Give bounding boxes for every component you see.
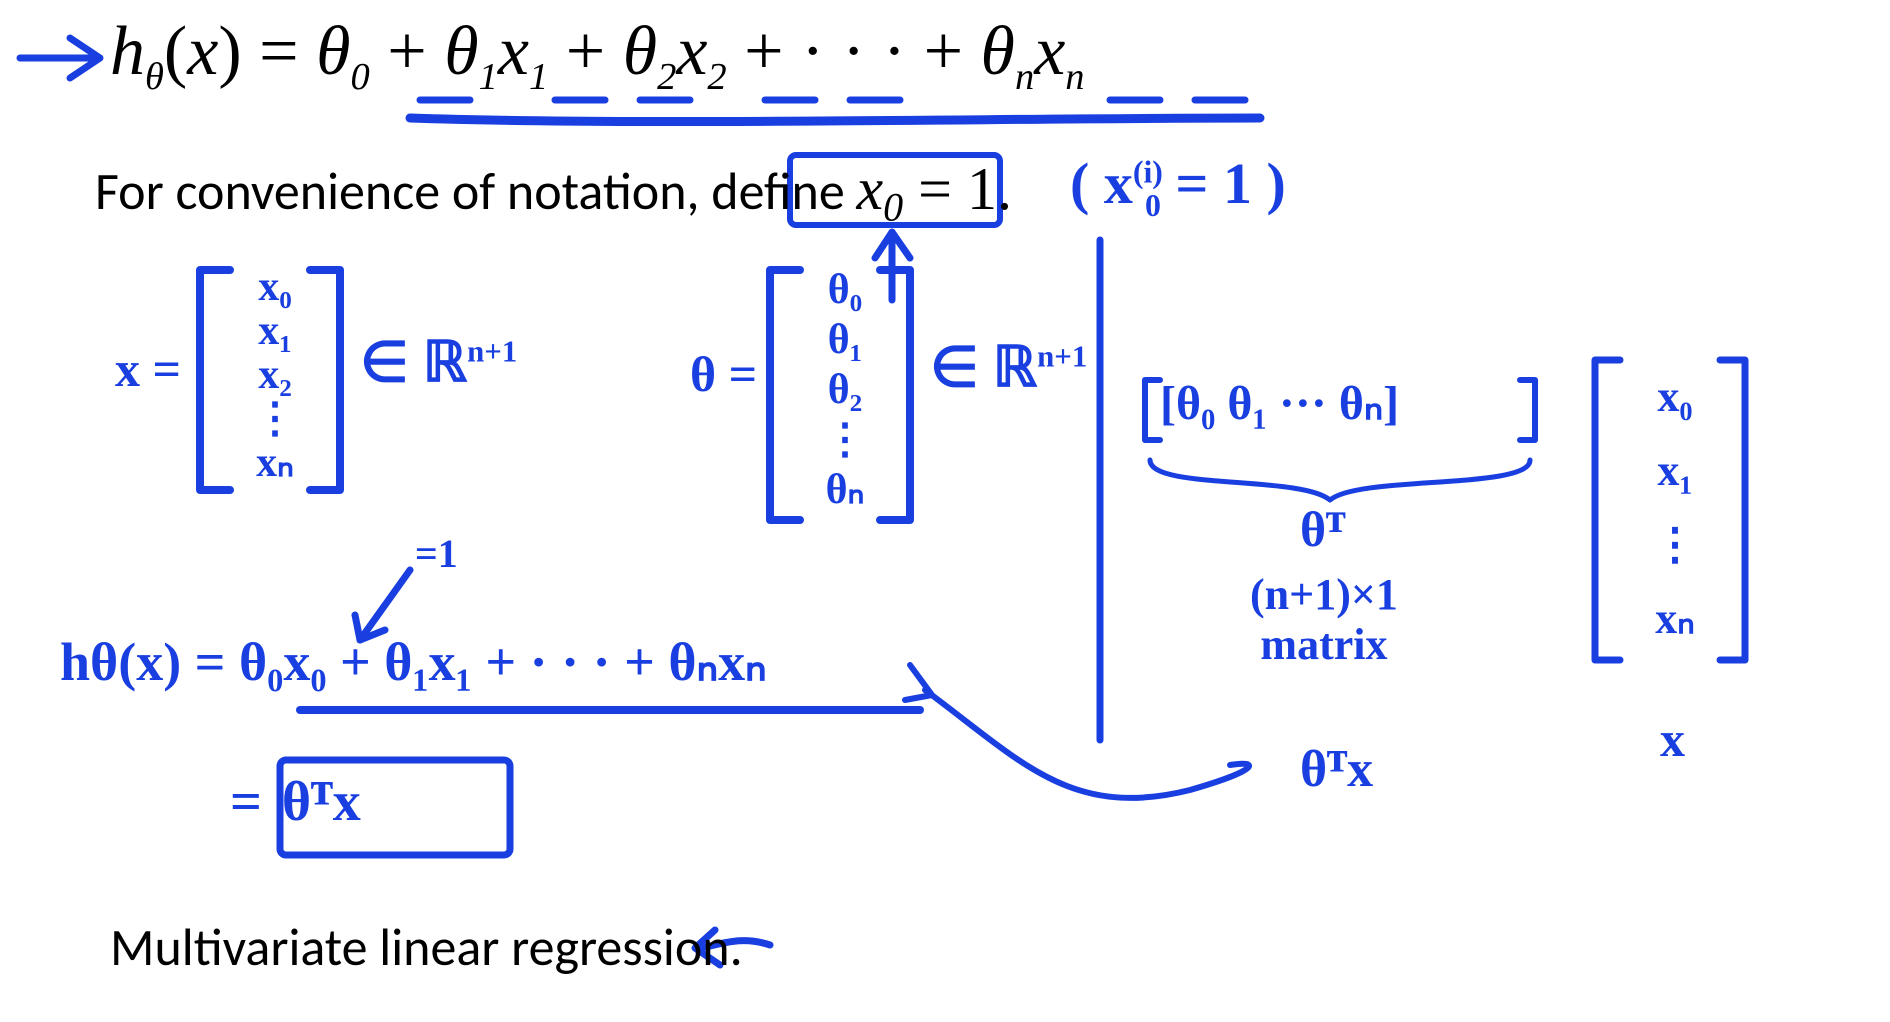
note-sup: (i) <box>1133 155 1163 190</box>
hypothesis-equation: hθ(x) = θ0 + θ1x1 + θ2x2 + · · · + θnxn <box>110 12 1085 99</box>
xr-dots: ⋮ <box>1625 508 1725 582</box>
theta1-sub: 1 <box>479 56 498 98</box>
convenience-prefix: For convenience of notation, define <box>95 159 857 223</box>
equals: = <box>242 13 316 90</box>
x-entry-dots: ⋮ <box>235 397 315 441</box>
h-symbol: h <box>110 13 145 90</box>
x0-i-equals-1-note: ( x(i)0 = 1 ) <box>1070 150 1286 224</box>
x2: x <box>676 13 707 90</box>
xn: x <box>1034 13 1065 90</box>
matrix-word: matrix <box>1250 620 1398 670</box>
xr-1: x₁ <box>1625 434 1725 508</box>
theta-T-x-product-label: θᵀx <box>1300 740 1373 799</box>
theta1: θ <box>444 13 478 90</box>
note-open: ( <box>1070 151 1104 216</box>
matrix-size-text: (n+1)×1 <box>1250 570 1398 620</box>
hypothesis-expansion-hand: hθ(x) = θ₀x₀ + θ₁x₁ + · · · + θₙxₙ <box>60 630 767 693</box>
theta2: θ <box>623 13 657 90</box>
theta2-sub: 2 <box>657 56 676 98</box>
annotation-layer <box>0 0 1890 1022</box>
x0-eq-1: = 1. <box>903 156 1012 222</box>
x-space: ∈ ℝn+1 <box>360 330 517 395</box>
convenience-line: For convenience of notation, define x0 =… <box>95 155 1012 230</box>
theta-subscript: θ <box>145 56 164 98</box>
theta-entry-0: θ₀ <box>800 265 890 315</box>
theta-entry-dots: ⋮ <box>800 415 890 465</box>
x-entry-1: x₁ <box>235 309 315 353</box>
x-label-right: x <box>1660 710 1685 768</box>
x0-symbol: x <box>857 156 884 222</box>
note-eq: = 1 ) <box>1161 151 1286 216</box>
note-x: x <box>1104 151 1133 216</box>
theta-transpose-label: θᵀ <box>1300 500 1345 558</box>
close-paren: ) <box>218 13 241 90</box>
x-entry-n: xₙ <box>235 441 315 485</box>
x1: x <box>498 13 529 90</box>
x-in-R: ∈ ℝ <box>360 332 467 394</box>
equals-one-annotation: =1 <box>415 530 458 577</box>
x-arg: x <box>187 13 218 90</box>
xn-sub: n <box>1065 56 1084 98</box>
x-R-exp: n+1 <box>467 334 517 368</box>
x-entry-0: x₀ <box>235 265 315 309</box>
thetan-sub: n <box>1015 56 1034 98</box>
theta-R-exp: n+1 <box>1037 339 1087 373</box>
x1-sub: 1 <box>529 56 548 98</box>
thetan: θ <box>981 13 1015 90</box>
x-vector-entries: x₀ x₁ x₂ ⋮ xₙ <box>235 265 315 485</box>
theta-vector-entries: θ₀ θ₁ θ₂ ⋮ θₙ <box>800 265 890 515</box>
x-column-right: x₀ x₁ ⋮ xₙ <box>1625 360 1725 656</box>
theta-transpose-x-result: = θᵀx <box>230 770 361 834</box>
x2-sub: 2 <box>707 56 726 98</box>
theta0-sub: 0 <box>351 56 370 98</box>
x-entry-2: x₂ <box>235 353 315 397</box>
note-sub: 0 <box>1145 188 1161 223</box>
open-paren: ( <box>164 13 187 90</box>
xr-0: x₀ <box>1625 360 1725 434</box>
theta-in-R: ∈ ℝ <box>930 337 1037 399</box>
matrix-size-label: (n+1)×1 matrix <box>1250 570 1398 670</box>
result-eq: = <box>230 771 276 833</box>
theta-entry-1: θ₁ <box>800 315 890 365</box>
xr-n: xₙ <box>1625 582 1725 656</box>
theta-entry-n: θₙ <box>800 465 890 515</box>
x0-sub: 0 <box>883 184 903 229</box>
theta-equals-label: θ = <box>690 345 757 403</box>
plus-dots: + · · · + <box>727 13 981 90</box>
theta-row-vector: [θ₀ θ₁ ··· θₙ] <box>1160 375 1399 431</box>
result-body: θᵀx <box>282 771 361 833</box>
footer-title: Multivariate linear regression. <box>110 915 743 979</box>
plus2: + <box>548 13 622 90</box>
theta0: θ <box>316 13 350 90</box>
theta-space: ∈ ℝn+1 <box>930 335 1087 400</box>
theta-entry-2: θ₂ <box>800 365 890 415</box>
plus1: + <box>370 13 444 90</box>
x-equals-label: x = <box>115 340 181 398</box>
